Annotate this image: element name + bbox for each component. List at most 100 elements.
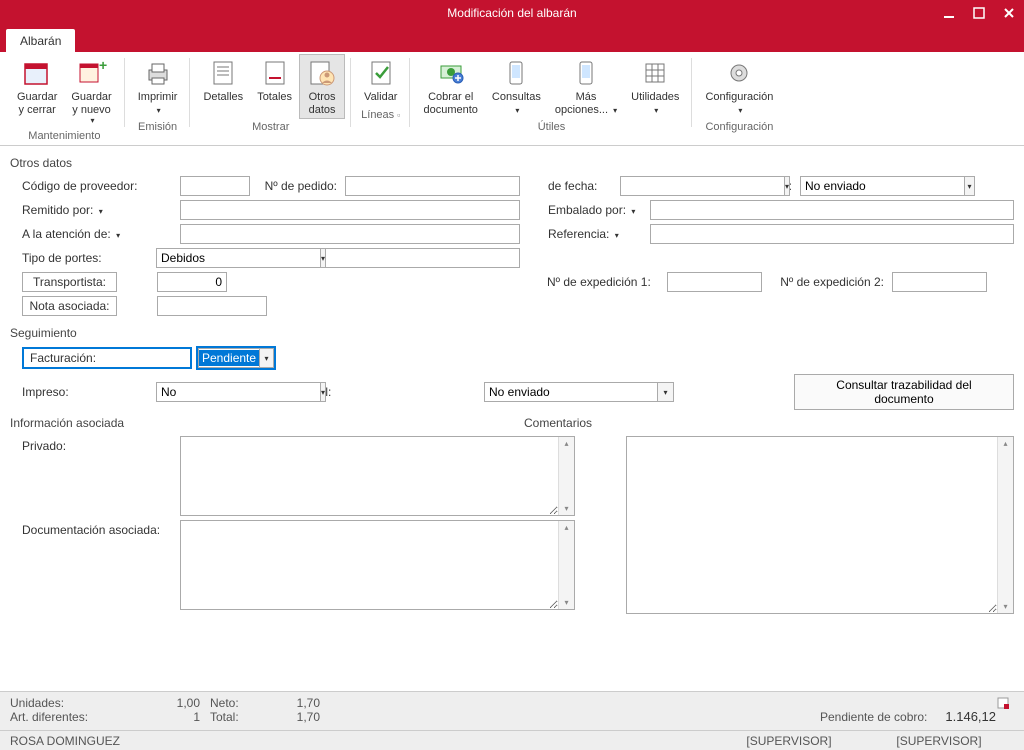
- minimize-button[interactable]: [934, 0, 964, 26]
- save-close-icon: [21, 57, 53, 89]
- chevron-down-icon: ▾: [613, 106, 617, 115]
- de-fecha-dropdown[interactable]: ▾: [785, 176, 790, 196]
- facturacion-button[interactable]: Facturación:: [22, 347, 192, 369]
- consultar-trazabilidad-button[interactable]: Consultar trazabilidad del documento: [794, 374, 1014, 410]
- doc-asociada-textarea[interactable]: [181, 521, 558, 609]
- save-new-button[interactable]: + Guardar y nuevo▾: [64, 54, 118, 128]
- impreso-input[interactable]: [156, 382, 321, 402]
- utilidades-label: Utilidades: [631, 91, 679, 103]
- otros-datos-icon: [306, 57, 338, 89]
- window-controls: [934, 0, 1024, 26]
- n-exped2-input[interactable]: [892, 272, 987, 292]
- section-otros-datos: Otros datos: [10, 156, 1014, 170]
- scrollbar[interactable]: ▴▾: [997, 437, 1013, 613]
- chevron-down-icon: ▾: [738, 106, 742, 115]
- facturacion-input[interactable]: Pendiente: [198, 348, 260, 368]
- ribbon: Guardar y cerrar + Guardar y nuevo▾ Mant…: [0, 52, 1024, 146]
- config-label: Configuración: [705, 91, 773, 103]
- atencion-label: A la atención de: ▾: [10, 227, 180, 241]
- codigo-proveedor-input[interactable]: [180, 176, 250, 196]
- chevron-down-icon: ▾: [654, 106, 658, 115]
- remitido-por-label: Remitido por: ▾: [10, 203, 180, 217]
- nota-asociada-input[interactable]: [157, 296, 267, 316]
- scrollbar[interactable]: ▴▾: [558, 521, 574, 609]
- transportista-button[interactable]: Transportista:: [22, 272, 117, 292]
- print-icon: [142, 57, 174, 89]
- chevron-down-icon: ▾: [157, 106, 161, 115]
- de-fecha-label: de fecha:: [520, 179, 620, 193]
- consultas-button[interactable]: Consultas ▾: [485, 54, 548, 119]
- form-body: Otros datos Código de proveedor: Nº de p…: [0, 146, 1024, 618]
- otros-datos-button[interactable]: Otros datos: [299, 54, 345, 119]
- status-icon[interactable]: [996, 696, 1014, 724]
- svg-text:+: +: [99, 58, 107, 73]
- de-fecha-input[interactable]: [620, 176, 785, 196]
- n-exped1-input[interactable]: [667, 272, 762, 292]
- detalles-button[interactable]: Detalles: [196, 54, 250, 119]
- atencion-input[interactable]: [180, 224, 520, 244]
- chevron-down-icon[interactable]: ▾: [631, 207, 635, 216]
- referencia-input[interactable]: [650, 224, 1014, 244]
- group-label-config: Configuración: [705, 119, 773, 136]
- email-dropdown[interactable]: ▾: [658, 382, 674, 402]
- ribbon-group-mostrar: Detalles Totales Otros datos Mostrar: [190, 54, 351, 145]
- print-label: Imprimir: [138, 91, 178, 103]
- scrollbar[interactable]: ▴▾: [558, 437, 574, 515]
- transportista-input[interactable]: [157, 272, 227, 292]
- reto-dropdown[interactable]: ▾: [965, 176, 975, 196]
- remitido-por-input[interactable]: [180, 200, 520, 220]
- embalado-por-input[interactable]: [650, 200, 1014, 220]
- referencia-label: Referencia: ▾: [520, 227, 650, 241]
- configuracion-button[interactable]: Configuración ▾: [698, 54, 780, 119]
- n-exped2-label: Nº de expedición 2:: [762, 275, 892, 289]
- tipo-portes-dropdown[interactable]: ▾: [321, 248, 326, 268]
- reto-input[interactable]: [800, 176, 965, 196]
- save-new-label: Guardar y nuevo: [71, 91, 111, 116]
- mas-opciones-button[interactable]: Más opciones... ▾: [548, 54, 624, 119]
- cobrar-button[interactable]: Cobrar el documento: [416, 54, 484, 119]
- validar-icon: [365, 57, 397, 89]
- maximize-button[interactable]: [964, 0, 994, 26]
- neto-label: Neto:: [210, 696, 260, 710]
- consultas-label: Consultas: [492, 91, 541, 103]
- validar-button[interactable]: Validar: [357, 54, 404, 107]
- ribbon-group-lineas: Validar Líneas▫: [351, 54, 410, 145]
- impreso-dropdown[interactable]: ▾: [321, 382, 326, 402]
- consultas-icon: [500, 57, 532, 89]
- privado-textarea[interactable]: [181, 437, 558, 515]
- privado-label: Privado:: [10, 436, 180, 453]
- n-pedido-input[interactable]: [345, 176, 520, 196]
- chevron-down-icon[interactable]: ▾: [116, 231, 120, 240]
- close-button[interactable]: [994, 0, 1024, 26]
- tab-albaran[interactable]: Albarán: [6, 29, 75, 52]
- utilidades-button[interactable]: Utilidades ▾: [624, 54, 686, 119]
- save-close-button[interactable]: Guardar y cerrar: [10, 54, 64, 128]
- ribbon-group-utiles: Cobrar el documento Consultas ▾ Más opcio…: [410, 54, 692, 145]
- cobrar-icon: [435, 57, 467, 89]
- chevron-down-icon: ▾: [515, 106, 519, 115]
- group-label-mostrar: Mostrar: [252, 119, 289, 136]
- tipo-portes-input[interactable]: [156, 248, 321, 268]
- print-button[interactable]: Imprimir ▾: [131, 54, 185, 119]
- unidades-label: Unidades:: [10, 696, 64, 710]
- nota-asociada-button[interactable]: Nota asociada:: [22, 296, 117, 316]
- chevron-down-icon: ▾: [91, 116, 95, 125]
- email-input[interactable]: [484, 382, 658, 402]
- bottombar: ROSA DOMINGUEZ [SUPERVISOR] [SUPERVISOR]: [0, 730, 1024, 750]
- n-exped1-label: Nº de expedición 1:: [547, 275, 667, 289]
- utilidades-icon: [639, 57, 671, 89]
- group-label-utiles: Útiles: [538, 119, 566, 136]
- facturacion-dropdown[interactable]: ▾: [260, 348, 274, 368]
- titlebar: Modificación del albarán: [0, 0, 1024, 26]
- neto-value: 1,70: [260, 696, 320, 710]
- totales-button[interactable]: Totales: [250, 54, 299, 119]
- chevron-down-icon[interactable]: ▾: [615, 231, 619, 240]
- section-seguimiento: Seguimiento: [10, 326, 1014, 340]
- chevron-down-icon[interactable]: ▾: [99, 207, 103, 216]
- ribbon-group-emision: Imprimir▾ Emisión: [125, 54, 191, 145]
- pendiente-label: Pendiente de cobro:: [820, 710, 927, 724]
- doc-asociada-label: Documentación asociada:: [10, 520, 180, 537]
- impreso-label: Impreso:: [10, 385, 156, 399]
- comentarios-textarea[interactable]: [627, 437, 997, 613]
- total-label: Total:: [210, 710, 260, 724]
